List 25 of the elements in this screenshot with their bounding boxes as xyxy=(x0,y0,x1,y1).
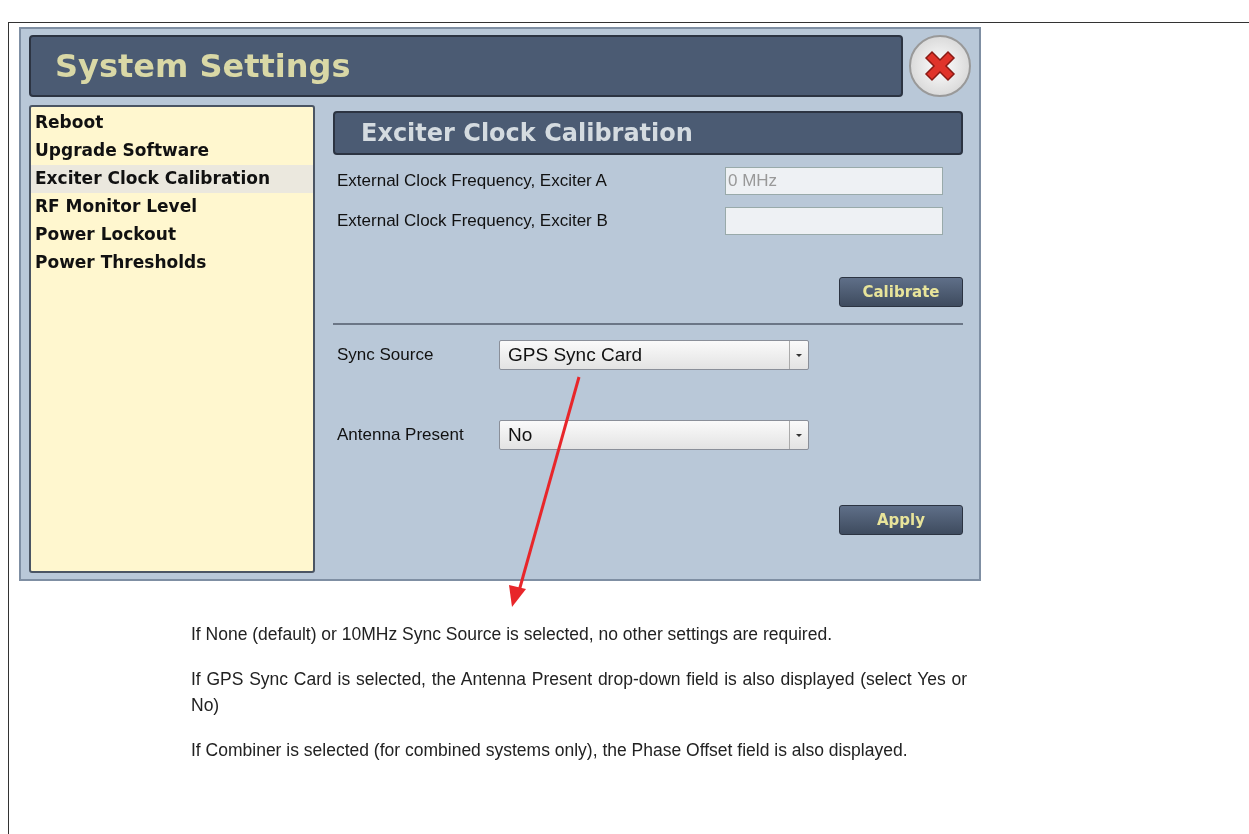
window-title: System Settings xyxy=(55,47,351,85)
sidebar-item[interactable]: Power Lockout xyxy=(31,221,313,249)
dropdown-value: GPS Sync Card xyxy=(508,344,643,366)
field-label: External Clock Frequency, Exciter A xyxy=(337,171,607,191)
caret-icon xyxy=(796,433,802,437)
calibrate-button[interactable]: Calibrate xyxy=(839,277,963,307)
caret-icon xyxy=(796,353,802,357)
note-paragraph: If GPS Sync Card is selected, the Antenna Present drop-down field is also displayed (select Yes or No) xyxy=(191,668,967,717)
dropdown-value: No xyxy=(508,424,533,446)
dropdown-label: Sync Source xyxy=(337,345,435,365)
sidebar-item[interactable]: RF Monitor Level xyxy=(31,193,313,221)
note-paragraph: If Combiner is selected (for combined systems only), the Phase Offset field is also displayed. xyxy=(191,739,909,762)
panel-title: Exciter Clock Calibration xyxy=(361,119,693,147)
note-paragraph: If None (default) or 10MHz Sync Source is selected, no other settings are required. xyxy=(191,623,833,646)
sidebar-item[interactable]: Reboot xyxy=(31,109,313,137)
apply-button[interactable]: Apply xyxy=(839,505,963,535)
sidebar-item[interactable]: Exciter Clock Calibration xyxy=(31,165,313,193)
input-field[interactable]: 0 MHz xyxy=(725,167,943,195)
sidebar-item[interactable]: Upgrade Software xyxy=(31,137,313,165)
dropdown-label: Antenna Present xyxy=(337,425,465,445)
dropdown[interactable]: GPS Sync Card xyxy=(499,340,809,370)
input-field[interactable] xyxy=(725,207,943,235)
field-label: External Clock Frequency, Exciter B xyxy=(337,211,608,231)
sidebar-item[interactable]: Power Thresholds xyxy=(31,249,313,277)
dropdown[interactable]: No xyxy=(499,420,809,450)
